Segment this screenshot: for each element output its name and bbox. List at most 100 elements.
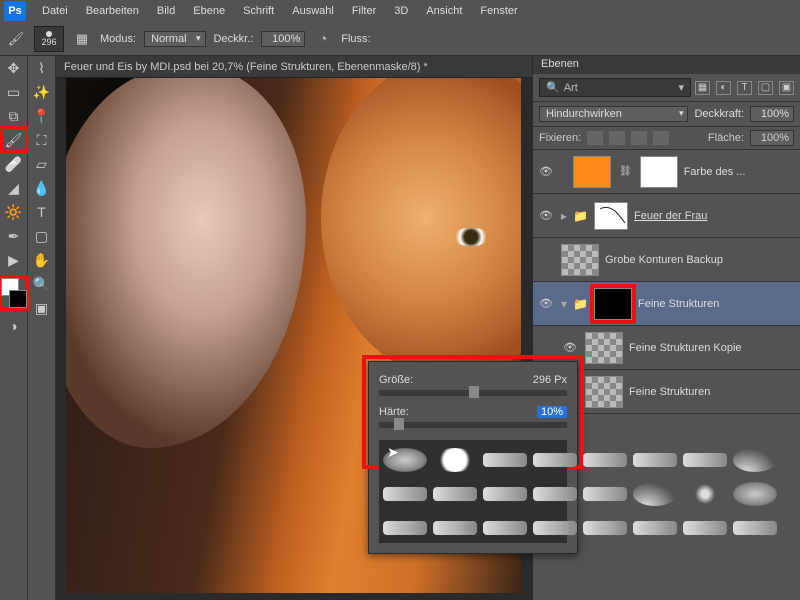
layer-name[interactable]: Feine Strukturen — [629, 386, 796, 398]
move-tool-icon[interactable]: ✥ — [2, 57, 26, 79]
brush-preset[interactable] — [383, 521, 427, 535]
lock-position-icon[interactable] — [631, 131, 647, 145]
brush-preset[interactable] — [733, 482, 777, 506]
brush-preset[interactable] — [533, 487, 577, 501]
brush-size-slider[interactable] — [379, 390, 567, 396]
menu-item[interactable]: Bild — [149, 3, 183, 19]
brush-preset[interactable] — [583, 521, 627, 535]
lock-transparency-icon[interactable] — [587, 131, 603, 145]
brush-preset[interactable] — [733, 448, 777, 472]
shape-tool-icon[interactable]: ▢ — [30, 225, 54, 247]
brush-preset[interactable] — [483, 453, 527, 467]
healing-brush-icon[interactable]: 🩹 — [2, 153, 26, 175]
lock-pixels-icon[interactable] — [609, 131, 625, 145]
layer-name[interactable]: Feuer der Frau — [634, 210, 796, 222]
layer-thumb[interactable] — [585, 376, 623, 408]
folder-collapse-icon[interactable]: ▸ — [561, 209, 567, 223]
menu-item[interactable]: Auswahl — [284, 3, 342, 19]
brush-tool-icon[interactable]: 🖌 — [6, 29, 26, 49]
filter-type-icon[interactable]: T — [737, 81, 752, 95]
brush-preset[interactable] — [433, 448, 477, 472]
layer-opacity-input[interactable]: 100% — [750, 106, 794, 122]
folder-expand-icon[interactable]: ▾ — [561, 297, 567, 311]
brush-preset[interactable] — [633, 482, 677, 506]
brush-size-value[interactable]: 296 Px — [533, 374, 567, 386]
brush-preset[interactable] — [733, 521, 777, 535]
clone-stamp-icon[interactable]: ⛶ — [30, 129, 54, 151]
marquee-tool-icon[interactable]: ▭ — [2, 81, 26, 103]
blend-mode-dropdown[interactable]: Normal — [144, 31, 205, 47]
layer-name[interactable]: Grobe Konturen Backup — [605, 254, 796, 266]
layer-group-row-selected[interactable]: 👁 ▾ 📁 Feine Strukturen — [533, 282, 800, 326]
opacity-input[interactable]: 100% — [261, 31, 305, 47]
brush-preset[interactable] — [383, 487, 427, 501]
eraser-tool-icon[interactable]: ▱ — [30, 153, 54, 175]
layer-name[interactable]: Feine Strukturen — [638, 298, 796, 310]
brush-preset[interactable] — [683, 521, 727, 535]
pressure-opacity-icon[interactable]: ◔ — [313, 29, 333, 49]
lock-all-icon[interactable] — [653, 131, 669, 145]
group-mask-thumb[interactable] — [594, 202, 628, 230]
crop-tool-icon[interactable]: ⧉ — [2, 105, 26, 127]
zoom-tool-icon[interactable]: 🔍 — [30, 273, 54, 295]
visibility-toggle-icon[interactable]: 👁 — [537, 165, 555, 178]
menu-item[interactable]: 3D — [386, 3, 416, 19]
layer-row[interactable]: 👁 ⛓ Farbe des ... — [533, 150, 800, 194]
brush-preset[interactable] — [583, 453, 627, 467]
filter-adjust-icon[interactable]: ◐ — [716, 81, 731, 95]
layer-row[interactable]: Grobe Konturen Backup — [533, 238, 800, 282]
layer-mask-thumb[interactable] — [640, 156, 678, 188]
visibility-toggle-icon[interactable]: 👁 — [537, 209, 555, 222]
brush-hardness-input[interactable]: 10% — [537, 406, 567, 418]
brush-preset[interactable] — [433, 487, 477, 501]
brush-preset[interactable] — [683, 453, 727, 467]
menu-item[interactable]: Filter — [344, 3, 384, 19]
visibility-toggle-icon[interactable]: 👁 — [537, 297, 555, 310]
menu-item[interactable]: Bearbeiten — [78, 3, 147, 19]
layer-thumb[interactable] — [561, 244, 599, 276]
group-mask-thumb-highlighted[interactable] — [594, 288, 632, 320]
hand-tool-icon[interactable]: ✋ — [30, 249, 54, 271]
layer-name[interactable]: Farbe des ... — [684, 166, 796, 178]
layer-thumb[interactable] — [585, 332, 623, 364]
brush-preset[interactable] — [483, 521, 527, 535]
brush-preset[interactable] — [633, 521, 677, 535]
eyedropper-icon[interactable]: 📍 — [30, 105, 54, 127]
brush-tool-icon[interactable]: 🖌 — [2, 129, 26, 151]
visibility-toggle-icon[interactable]: 👁 — [561, 341, 579, 354]
blur-tool-icon[interactable]: 💧 — [30, 177, 54, 199]
filter-shape-icon[interactable]: ▢ — [758, 81, 773, 95]
menu-item[interactable]: Schrift — [235, 3, 282, 19]
brush-preset[interactable] — [683, 482, 727, 506]
fill-input[interactable]: 100% — [750, 130, 794, 146]
filter-pixel-icon[interactable]: ▦ — [695, 81, 710, 95]
brush-panel-toggle-icon[interactable]: ▦ — [72, 29, 92, 49]
dodge-tool-icon[interactable]: 🔆 — [2, 201, 26, 223]
quickmask-icon[interactable]: ◑ — [2, 315, 26, 337]
layers-panel-tab[interactable]: Ebenen — [533, 56, 800, 74]
brush-preset[interactable] — [483, 487, 527, 501]
magic-wand-icon[interactable]: ✨ — [30, 81, 54, 103]
color-swatches[interactable] — [1, 278, 27, 308]
menu-item[interactable]: Ansicht — [418, 3, 470, 19]
screen-mode-icon[interactable]: ▣ — [30, 297, 54, 319]
brush-preset-popup[interactable]: Größe: 296 Px Härte: 10% ➤ — [368, 361, 578, 554]
brush-preset-picker[interactable]: 296 — [34, 26, 64, 52]
background-swatch[interactable] — [9, 290, 27, 308]
menu-item[interactable]: Fenster — [472, 3, 525, 19]
layer-thumb[interactable] — [573, 156, 611, 188]
brush-preset[interactable] — [633, 453, 677, 467]
layer-filter-search[interactable]: 🔍 Art ▾ — [539, 78, 691, 97]
doc-tab[interactable]: Feuer und Eis by MDI.psd bei 20,7% (Fein… — [64, 61, 428, 73]
gradient-tool-icon[interactable]: ◢ — [2, 177, 26, 199]
layer-blend-dropdown[interactable]: Hindurchwirken — [539, 106, 688, 122]
menu-item[interactable]: Datei — [34, 3, 76, 19]
brush-preset[interactable] — [583, 487, 627, 501]
type-tool-icon[interactable]: T — [30, 201, 54, 223]
filter-smart-icon[interactable]: ▣ — [779, 81, 794, 95]
pen-tool-icon[interactable]: ✒ — [2, 225, 26, 247]
brush-preset[interactable] — [433, 521, 477, 535]
menu-item[interactable]: Ebene — [185, 3, 233, 19]
layer-name[interactable]: Feine Strukturen Kopie — [629, 342, 796, 354]
brush-preset[interactable] — [533, 453, 577, 467]
